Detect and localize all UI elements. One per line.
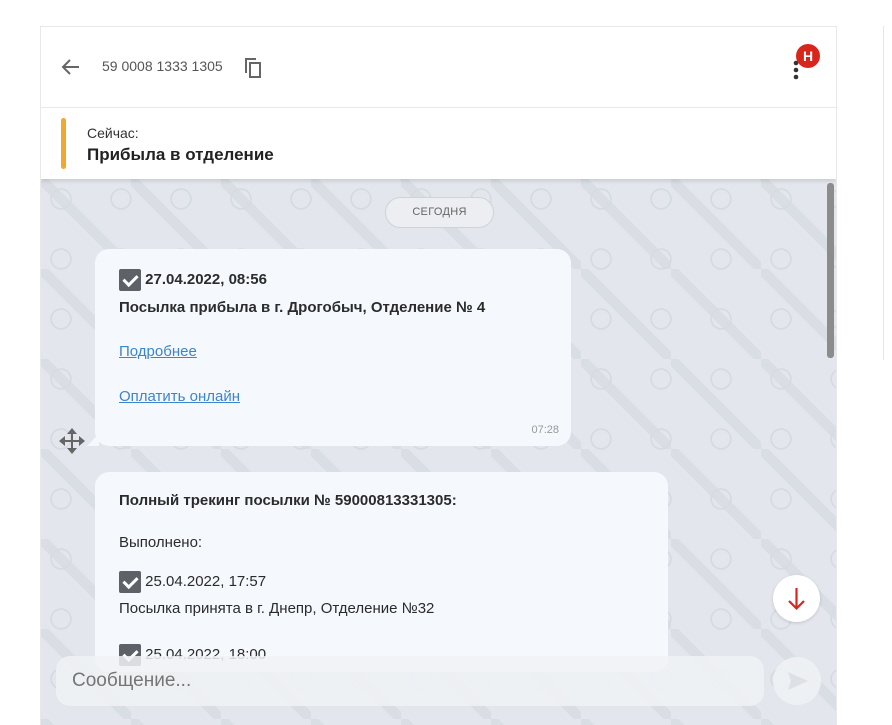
tracking-chat-panel: 59 0008 1333 1305 H Сейчас: Прибыла в от… xyxy=(40,26,837,725)
back-arrow-icon[interactable] xyxy=(59,55,83,79)
side-panel-edge xyxy=(883,26,892,360)
status-accent-bar xyxy=(61,118,66,169)
scrollbar[interactable] xyxy=(827,183,834,358)
message-time: 07:28 xyxy=(531,424,559,436)
message-bubble: 27.04.2022, 08:56 Посылка прибыла в г. Д… xyxy=(87,249,571,446)
notification-badge[interactable]: H xyxy=(796,44,820,68)
checkbox-icon xyxy=(119,571,141,593)
message-input[interactable] xyxy=(56,656,764,706)
chat-area: СЕГОДНЯ 27.04.2022, 08:56 Посылка прибыл… xyxy=(41,179,836,725)
message-datetime: 27.04.2022, 08:56 xyxy=(119,269,267,291)
checkbox-icon xyxy=(119,269,141,291)
date-divider: СЕГОДНЯ xyxy=(385,197,494,228)
pay-online-link[interactable]: Оплатить онлайн xyxy=(119,388,240,405)
details-link[interactable]: Подробнее xyxy=(119,343,197,360)
status-label: Сейчас: xyxy=(87,125,139,141)
status-value: Прибыла в отделение xyxy=(87,145,274,164)
message-text: Посылка прибыла в г. Дрогобыч, Отделение… xyxy=(119,299,486,316)
header: 59 0008 1333 1305 H xyxy=(41,27,836,108)
send-button[interactable] xyxy=(773,657,821,705)
send-icon xyxy=(788,672,808,690)
done-label: Выполнено: xyxy=(119,534,203,551)
tracking-title: Полный трекинг посылки № 59000813331305: xyxy=(119,492,457,509)
event-text: Посылка принята в г. Днепр, Отделение №3… xyxy=(119,600,435,617)
event-datetime: 25.04.2022, 17:57 xyxy=(119,571,266,593)
arrow-down-icon xyxy=(788,588,805,611)
move-icon[interactable] xyxy=(57,426,87,456)
message-bubble: Полный трекинг посылки № 59000813331305:… xyxy=(95,472,668,672)
copy-icon[interactable] xyxy=(243,57,263,79)
current-status: Сейчас: Прибыла в отделение xyxy=(41,108,836,179)
scroll-down-button[interactable] xyxy=(773,575,820,622)
tracking-number: 59 0008 1333 1305 xyxy=(102,58,223,74)
